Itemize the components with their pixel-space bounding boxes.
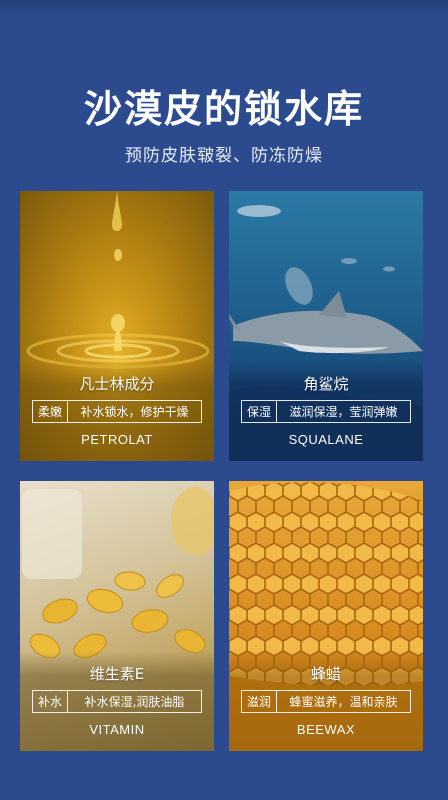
ingredient-card-beewax: 蜂蜡 滋润 蜂蜜滋养，温和亲肤 BEEWAX — [229, 481, 423, 751]
tag-value: 滋润保湿，莹润弹嫩 — [289, 405, 398, 419]
ingredient-card-vitamin: 维生素E 补水 补水保湿,润肤油脂 VITAMIN — [20, 481, 214, 751]
top-shade — [0, 0, 448, 14]
tag-key: 柔嫩 — [33, 401, 68, 422]
tag-box: 柔嫩 补水锁水，修护干燥 — [32, 400, 202, 423]
tag-key: 保湿 — [242, 401, 277, 422]
ingredient-card-petrolat: 凡士林成分 柔嫩 补水锁水，修护干燥 PETROLAT — [20, 191, 214, 461]
tag-key: 滋润 — [242, 691, 277, 712]
card-name: 维生素E — [89, 665, 145, 683]
card-english-name: SQUALANE — [288, 432, 364, 447]
card-english-name: VITAMIN — [89, 722, 145, 737]
tag-box: 滋润 蜂蜜滋养，温和亲肤 — [241, 690, 411, 713]
card-name: 凡士林成分 — [79, 375, 155, 393]
tag-box: 补水 补水保湿,润肤油脂 — [32, 690, 202, 713]
tag-value: 蜂蜜滋养，温和亲肤 — [289, 695, 398, 709]
tag-key: 补水 — [33, 691, 68, 712]
tag-value: 补水保湿,润肤油脂 — [84, 695, 185, 709]
tag-box: 保湿 滋润保湿，莹润弹嫩 — [241, 400, 411, 423]
card-name: 角鲨烷 — [303, 375, 349, 393]
ingredient-card-squalane: 角鲨烷 保湿 滋润保湿，莹润弹嫩 SQUALANE — [229, 191, 423, 461]
card-english-name: BEEWAX — [296, 722, 356, 737]
page-title: 沙漠皮的锁水库 — [83, 87, 364, 131]
tag-value: 补水锁水，修护干燥 — [80, 405, 189, 419]
page-subtitle: 预防皮肤皲裂、防冻防燥 — [125, 146, 323, 166]
card-name: 蜂蜡 — [310, 665, 341, 683]
card-english-name: PETROLAT — [81, 432, 153, 447]
